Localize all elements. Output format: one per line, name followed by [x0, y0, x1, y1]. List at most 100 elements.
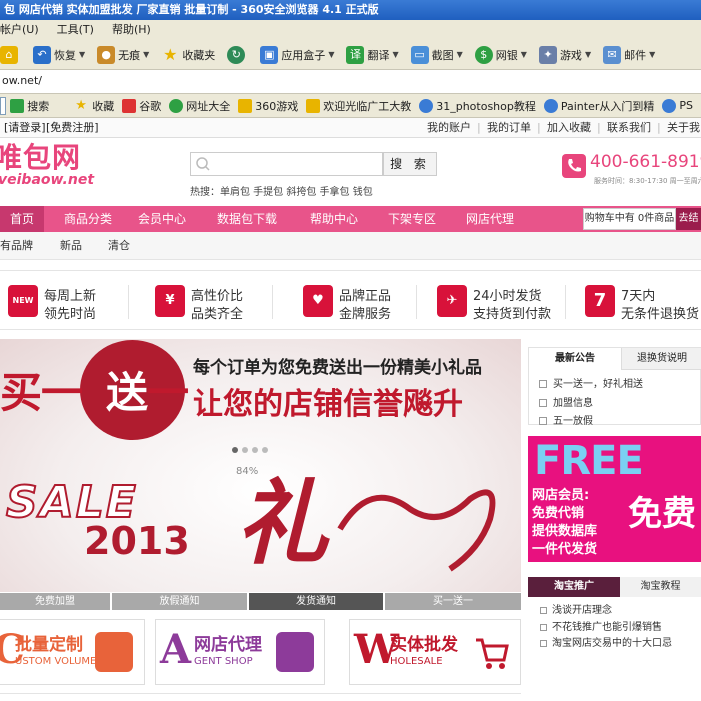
search-button[interactable]: 搜索 — [10, 98, 49, 114]
refresh-button[interactable]: ↻ — [227, 43, 248, 67]
service-time: 服务时间：8:30-17:30 周一至周六 — [594, 177, 701, 185]
my-account-link[interactable]: 我的账户 — [427, 118, 471, 137]
mail-button[interactable]: ✉ 邮件 ▼ — [603, 43, 655, 67]
translate-icon: 译 — [346, 45, 365, 64]
home-button[interactable]: ⌂ — [0, 43, 21, 67]
subnav-brand[interactable]: 有品牌 — [0, 232, 33, 260]
login-link[interactable]: [请登录] — [4, 118, 46, 137]
search-icon — [10, 98, 25, 113]
taobao-item[interactable]: 淘宝网店交易中的十大口忌 — [540, 634, 672, 649]
add-favorite-link[interactable]: 加入收藏 — [547, 118, 591, 137]
banner-tab-join[interactable]: 免费加盟 — [0, 593, 110, 610]
restore-button[interactable]: ↶ 恢复 ▼ — [33, 43, 85, 67]
window-title: 包 网店代销 实体加盟批发 厂家直销 批量订制 - 360安全浏览器 4.1 正… — [4, 3, 379, 16]
app-box-button[interactable]: ▣ 应用盒子 ▼ — [260, 43, 334, 67]
screenshot-icon: ▭ — [410, 45, 429, 64]
menu-help[interactable]: 帮助(H) — [112, 23, 151, 36]
site-search-button[interactable]: 搜 索 — [383, 152, 437, 176]
translate-button[interactable]: 译翻译 ▼ — [346, 43, 399, 67]
fav-item-games[interactable]: 360游戏 — [238, 98, 298, 114]
toolbar-search-input[interactable] — [0, 96, 7, 115]
dropdown-arrow-icon: ▼ — [520, 50, 527, 59]
dropdown-arrow-icon: ▼ — [392, 50, 399, 59]
game-button[interactable]: ✦ 游戏 ▼ — [538, 43, 591, 67]
cart-summary[interactable]: 购物车中有 0件商品 — [583, 208, 676, 230]
fav-item-painter[interactable]: Painter从入门到精 — [543, 98, 654, 114]
notice-item[interactable]: 加盟信息 — [539, 394, 593, 409]
screenshot-button[interactable]: ▭ 截图 ▼ — [410, 43, 463, 67]
service-subtitle: HOLESALE — [390, 656, 443, 667]
feature-line1: 高性价比 — [191, 289, 244, 304]
checkout-button[interactable]: 去结 — [676, 208, 701, 230]
folder-icon — [306, 98, 321, 113]
feature-line1: 24小时发货 — [473, 289, 542, 304]
nav-help[interactable]: 帮助中心 — [298, 206, 370, 232]
favorites-button[interactable]: ★ 收藏夹 — [161, 43, 215, 67]
bullet-icon — [539, 380, 547, 388]
nav-clearance[interactable]: 下架专区 — [376, 206, 448, 232]
site-top-nav: [请登录] [免费注册] 我的账户 | 我的订单 | 加入收藏 | 联系我们 |… — [0, 118, 701, 138]
about-link[interactable]: 关于我 — [667, 118, 700, 137]
cart-icon — [472, 632, 510, 672]
translate-label: 翻译 — [367, 48, 390, 62]
tab-latest-notice[interactable]: 最新公告 — [529, 348, 621, 370]
banner-tab-bogo[interactable]: 买一送一 — [385, 593, 521, 610]
fav-item-collect[interactable]: ★ 收藏 — [75, 98, 114, 114]
menu-account[interactable]: 帐户(U) — [0, 23, 39, 36]
nav-data-download[interactable]: 数据包下载 — [206, 206, 288, 232]
feature-line2: 支持货到付款 — [473, 307, 552, 322]
tab-taobao-promo[interactable]: 淘宝推广 — [528, 577, 620, 597]
banner-text-b: 送 — [106, 368, 148, 417]
site-search-input[interactable] — [190, 152, 383, 176]
feature-line2: 无条件退换货 — [621, 307, 700, 322]
banner-tab-holiday[interactable]: 放假通知 — [112, 593, 247, 610]
undo-icon: ↶ — [33, 45, 51, 64]
nav-home[interactable]: 首页 — [0, 206, 44, 232]
menu-tools[interactable]: 工具(T) — [57, 23, 94, 36]
free-agent-ad[interactable]: FREE 网店会员: 免费代销 提供数据库 一件代发货 免费 — [528, 436, 701, 562]
nav-agent[interactable]: 网店代理 — [454, 206, 526, 232]
banner-tab-shipping[interactable]: 发货通知 — [249, 593, 383, 610]
service-agent-shop[interactable]: A 网店代理 GENT SHOP — [155, 619, 325, 685]
fav-item-welcome[interactable]: 欢迎光临广工大教 — [306, 98, 411, 114]
nav-categories[interactable]: 商品分类 — [52, 206, 124, 232]
service-wholesale[interactable]: W 实体批发 HOLESALE — [349, 619, 521, 685]
site-logo[interactable]: 唯包网 veibaow.net — [0, 140, 110, 196]
contact-link[interactable]: 联系我们 — [607, 118, 651, 137]
taobao-item-label: 淘宝网店交易中的十大口忌 — [552, 638, 672, 649]
notice-item-label: 加盟信息 — [553, 398, 593, 409]
fav-item-google[interactable]: 谷歌 — [122, 98, 161, 114]
divider — [128, 285, 129, 319]
my-orders-link[interactable]: 我的订单 — [487, 118, 531, 137]
divider — [416, 285, 417, 319]
logo-domain: veibaow.net — [0, 172, 95, 188]
bank-label: 网银 — [495, 48, 518, 62]
notice-panel: 最新公告 退换货说明 买一送一，好礼相送 加盟信息 五一放假 — [528, 347, 701, 427]
fav-item-sites[interactable]: 网址大全 — [169, 98, 230, 114]
mail-icon: ✉ — [603, 45, 622, 64]
subnav-clearance[interactable]: 清仓 — [108, 232, 130, 260]
paw-icon: ● — [97, 45, 116, 64]
logo-text: 唯包网 — [0, 141, 82, 174]
bank-button[interactable]: $ 网银 ▼ — [474, 43, 527, 67]
service-subtitle: GENT SHOP — [194, 656, 253, 667]
service-custom-volume[interactable]: C 批量定制 USTOM VOLUME — [0, 619, 145, 685]
notice-item[interactable]: 买一送一，好礼相送 — [539, 375, 643, 390]
feature-line1: 7天内 — [621, 289, 656, 304]
tab-taobao-tutorial[interactable]: 淘宝教程 — [620, 577, 701, 597]
notice-item[interactable]: 五一放假 — [539, 412, 593, 427]
subnav-new[interactable]: 新品 — [60, 232, 82, 260]
register-link[interactable]: [免费注册] — [46, 118, 99, 137]
incognito-button[interactable]: ● 无痕 ▼ — [97, 43, 149, 67]
nav-member-center[interactable]: 会员中心 — [126, 206, 198, 232]
taobao-item[interactable]: 不花钱推广也能引爆销售 — [540, 618, 662, 633]
fav-item-photoshop[interactable]: 31_photoshop教程 — [419, 98, 536, 114]
promo-banner[interactable]: 买一 送一 每个订单为您免费送出一份精美小礼品 让您的店铺信誉飚升 84% SAL… — [0, 339, 521, 592]
address-bar[interactable]: ow.net/ — [0, 70, 701, 94]
taobao-item-label: 浅谈开店理念 — [552, 605, 612, 616]
tab-return-policy[interactable]: 退换货说明 — [621, 348, 701, 370]
banner-line1: 每个订单为您免费送出一份精美小礼品 — [193, 358, 482, 378]
banner-tabs: 免费加盟 放假通知 发货通知 买一送一 — [0, 593, 521, 610]
taobao-item[interactable]: 浅谈开店理念 — [540, 601, 612, 616]
fav-item-ps[interactable]: PS — [662, 98, 693, 113]
